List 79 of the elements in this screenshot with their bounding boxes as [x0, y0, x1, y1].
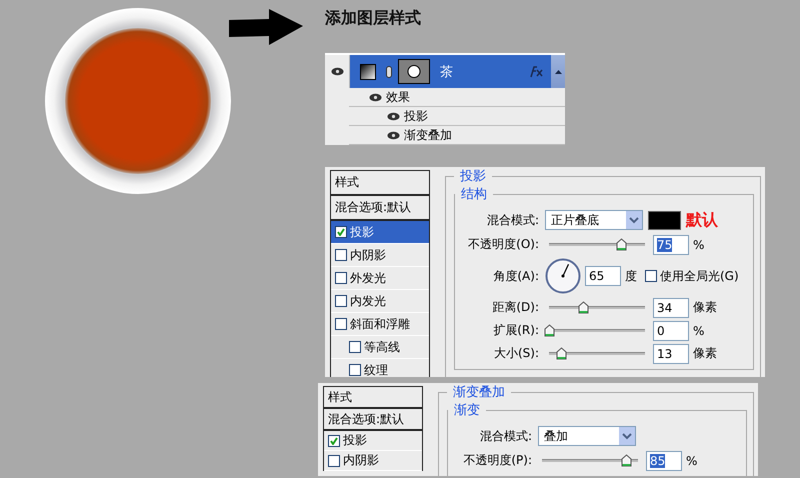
- field-label: 大小(S):: [492, 345, 539, 362]
- blend-mode-select[interactable]: 正片叠底: [545, 210, 643, 230]
- value-field[interactable]: 85: [646, 450, 682, 470]
- slider-thumb[interactable]: [616, 238, 627, 251]
- eye-icon[interactable]: [387, 112, 400, 120]
- blend-mode-select[interactable]: 叠加: [538, 426, 636, 446]
- checkbox[interactable]: [335, 249, 347, 261]
- style-label: 等高线: [364, 338, 400, 356]
- unit-label: 像素: [693, 299, 717, 316]
- field-label: 混合模式:: [478, 428, 532, 444]
- checkbox[interactable]: [328, 434, 340, 446]
- link-icon: [386, 66, 392, 78]
- page-title: 添加图层样式: [325, 7, 421, 29]
- eye-icon[interactable]: [369, 92, 382, 102]
- style-label: 斜面和浮雕: [350, 316, 410, 332]
- style-list-item[interactable]: 投影: [331, 221, 429, 244]
- dropdown-chevron-icon: [626, 211, 642, 229]
- unit-label: %: [693, 238, 704, 252]
- scroll-up-button[interactable]: [551, 55, 565, 88]
- style-list-item[interactable]: 投影: [324, 431, 422, 451]
- style-label: 投影: [350, 224, 374, 240]
- checkbox[interactable]: [328, 454, 340, 466]
- field-label: 混合模式:: [486, 212, 539, 228]
- value-field[interactable]: 13: [653, 344, 689, 364]
- style-label: 内阴影: [343, 452, 379, 469]
- gradient-thumbnail-icon: [360, 64, 376, 80]
- slider-thumb[interactable]: [578, 301, 589, 314]
- field-label: 不透明度(P):: [462, 452, 532, 469]
- layer-name: 茶: [440, 64, 454, 80]
- unit-label: %: [686, 454, 698, 468]
- style-label: 内阴影: [350, 246, 386, 264]
- checkbox[interactable]: [349, 364, 361, 376]
- style-label: 纹理: [364, 362, 388, 377]
- checkbox[interactable]: [349, 341, 361, 353]
- checkbox[interactable]: [335, 226, 347, 238]
- value-field[interactable]: 65: [585, 266, 621, 286]
- value-field[interactable]: 0: [653, 320, 689, 340]
- checkbox[interactable]: [335, 295, 347, 307]
- field-label: 扩展(R):: [492, 322, 539, 339]
- field-label: 距离(D):: [491, 299, 539, 316]
- style-label: 投影: [343, 432, 367, 449]
- mask-thumbnail-icon: [398, 59, 430, 84]
- annotation: 默认: [686, 210, 718, 230]
- effect-name[interactable]: 渐变叠加: [404, 126, 452, 144]
- option-label: 使用全局光(G): [660, 268, 739, 284]
- style-label: 外发光: [350, 270, 386, 286]
- style-list-item[interactable]: 内阴影: [324, 451, 422, 471]
- field-label: 角度(A):: [492, 268, 539, 284]
- section-title: 投影: [459, 168, 487, 185]
- slider-thumb[interactable]: [556, 347, 568, 360]
- arrow-icon: [229, 9, 303, 46]
- color-swatch[interactable]: [648, 210, 681, 230]
- angle-dial[interactable]: [545, 258, 581, 294]
- effect-name[interactable]: 投影: [404, 108, 428, 124]
- style-label: 混合选项:默认: [328, 410, 404, 428]
- dropdown-chevron-icon: [619, 427, 635, 445]
- slider-thumb[interactable]: [544, 324, 555, 337]
- checkbox[interactable]: [335, 318, 347, 330]
- style-label: 样式: [335, 174, 359, 191]
- value-field[interactable]: 34: [653, 298, 689, 318]
- unit-label: 像素: [693, 345, 717, 362]
- unit-label: %: [693, 324, 704, 338]
- layer-row[interactable]: 茶: [325, 55, 565, 88]
- style-label: 内发光: [350, 292, 386, 310]
- value-field[interactable]: 75: [653, 234, 689, 254]
- up-triangle-icon: [554, 70, 562, 74]
- style-label: 混合选项:默认: [335, 199, 412, 216]
- eye-icon[interactable]: [330, 67, 344, 76]
- style-label: 样式: [328, 388, 352, 406]
- slider-thumb[interactable]: [621, 454, 632, 467]
- group-title: 结构: [460, 186, 488, 203]
- checkbox[interactable]: [335, 272, 347, 284]
- eye-icon[interactable]: [387, 130, 400, 140]
- field-label: 不透明度(O):: [467, 236, 539, 253]
- unit-label: 度: [625, 268, 637, 284]
- effects-label: 效果: [386, 88, 410, 106]
- checkbox[interactable]: [645, 270, 657, 282]
- group-title: 渐变: [453, 402, 481, 419]
- section-title: 渐变叠加: [452, 384, 506, 401]
